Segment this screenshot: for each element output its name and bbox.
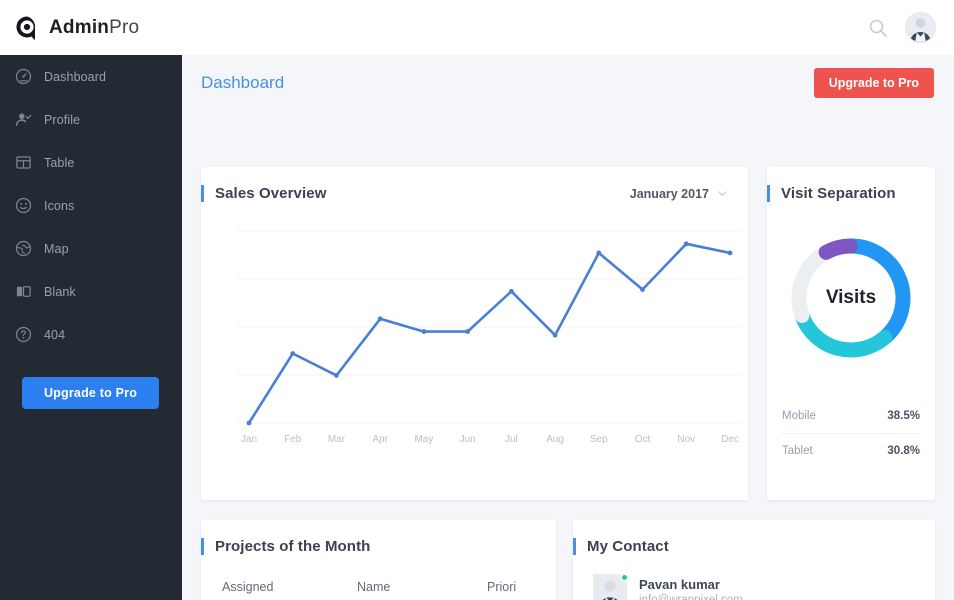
avatar-image [906,13,935,42]
svg-text:Jul: Jul [505,434,518,445]
user-check-icon [15,113,32,126]
visit-card-title: Visit Separation [781,185,896,202]
svg-text:Sep: Sep [590,434,608,445]
page-header: Dashboard Upgrade to Pro [182,55,954,111]
accent-bar [767,185,770,202]
top-bar: AdminPro [0,0,954,55]
svg-text:Aug: Aug [546,434,564,445]
projects-card-header: Projects of the Month [201,520,556,555]
contact-card-title: My Contact [587,538,669,555]
legend-value: 38.5% [887,410,920,422]
column-header-name: Name [357,580,391,594]
avatar-wrap [593,574,628,600]
svg-text:Jun: Jun [460,434,476,445]
accent-bar [573,538,576,555]
chart-gridlines [237,230,740,424]
brand-name: AdminPro [49,16,140,38]
legend-name: Tablet [782,444,813,457]
avatar[interactable] [905,12,936,43]
sidebar-item-label: Dashboard [44,69,107,84]
donut-chart-wrap: Visits [767,217,935,377]
sidebar-item-label: Profile [44,112,81,127]
list-item[interactable]: Pavan kumar info@wrappixel.com [573,565,935,600]
chart-x-axis-labels: Jan Feb Mar Apr May Jun Jul Aug Sep Oct Nov Dec [241,434,739,445]
donut-center-label: Visits [826,287,876,308]
sidebar-item-blank[interactable]: Blank [0,270,182,313]
svg-text:Apr: Apr [372,434,388,445]
speedometer-icon [15,68,32,85]
contact-name: Pavan kumar [639,576,720,592]
visit-separation-card: Visit Separation Visits Mobile 38.5% Tab… [767,167,935,500]
my-contact-card: My Contact Pavan kumar info@wrappixel.co… [573,520,935,600]
top-bar-actions [867,12,954,43]
donut-segment-other [818,238,858,260]
legend-value: 30.8% [887,444,920,457]
donut-segment-tablet [795,309,893,358]
question-circle-icon [15,326,32,343]
visit-card-header: Visit Separation [767,167,935,202]
page-title: Dashboard [201,73,285,92]
svg-text:May: May [414,434,433,445]
donut-segment-desktop [791,245,833,323]
sidebar: Dashboard Profile Table Icons Map Blank … [0,55,182,600]
contact-card-header: My Contact [573,520,935,555]
table-header-row: Assigned Name Priori [201,572,556,600]
search-icon[interactable] [867,17,889,39]
brand-logo[interactable]: AdminPro [0,0,182,55]
svg-text:Mar: Mar [328,434,346,445]
sidebar-upgrade-button[interactable]: Upgrade to Pro [22,377,159,409]
main-content: Dashboard Upgrade to Pro Sales Overview … [182,55,954,600]
accent-bar [201,185,204,202]
upgrade-to-pro-button[interactable]: Upgrade to Pro [813,68,934,98]
column-header-priority: Priori [487,580,517,594]
book-icon [16,286,31,297]
chart-data-points [246,241,733,426]
legend-row: Tablet 30.8% [782,433,920,467]
chevron-down-icon [718,191,727,196]
svg-text:Oct: Oct [635,434,651,445]
column-header-assigned: Assigned [222,580,274,594]
sidebar-item-map[interactable]: Map [0,227,182,270]
sidebar-item-label: Map [44,241,69,256]
sidebar-item-label: Blank [44,284,76,299]
sidebar-item-profile[interactable]: Profile [0,98,182,141]
sidebar-item-label: Icons [44,198,75,213]
sidebar-item-label: Table [44,155,75,170]
projects-card-title: Projects of the Month [215,538,371,555]
svg-text:Feb: Feb [284,434,302,445]
sales-overview-card: Sales Overview January 2017 Jan Feb Mar Apr… [201,167,748,500]
visits-donut-chart: Visits [791,238,911,358]
sidebar-item-404[interactable]: 404 [0,313,182,356]
legend-name: Mobile [782,410,816,422]
globe-icon [15,240,32,257]
sidebar-item-label: 404 [44,327,66,342]
status-badge-online [621,574,628,581]
projects-table: Assigned Name Priori [201,572,556,600]
sales-card-header: Sales Overview January 2017 [201,167,748,202]
legend-row: Mobile 38.5% [782,399,920,433]
contact-email: info@wrappixel.com [639,593,743,600]
smiley-icon [15,197,32,214]
sidebar-item-dashboard[interactable]: Dashboard [0,55,182,98]
sales-card-title: Sales Overview [215,185,327,202]
svg-text:Nov: Nov [677,434,695,445]
aperture-logo-icon [16,15,36,40]
visit-legend: Mobile 38.5% Tablet 30.8% [767,399,935,467]
sidebar-item-icons[interactable]: Icons [0,184,182,227]
period-value: January 2017 [629,186,709,201]
svg-text:Dec: Dec [721,434,739,445]
accent-bar [201,538,204,555]
table-grid-icon [16,156,31,169]
sidebar-item-table[interactable]: Table [0,141,182,184]
period-selector[interactable]: January 2017 [630,187,728,201]
chart-line-series [247,242,732,425]
sales-line-chart: Jan Feb Mar Apr May Jun Jul Aug Sep Oct Nov Dec [237,230,740,445]
svg-text:Jan: Jan [241,434,257,445]
projects-of-the-month-card: Projects of the Month Assigned Name Prio… [201,520,556,600]
